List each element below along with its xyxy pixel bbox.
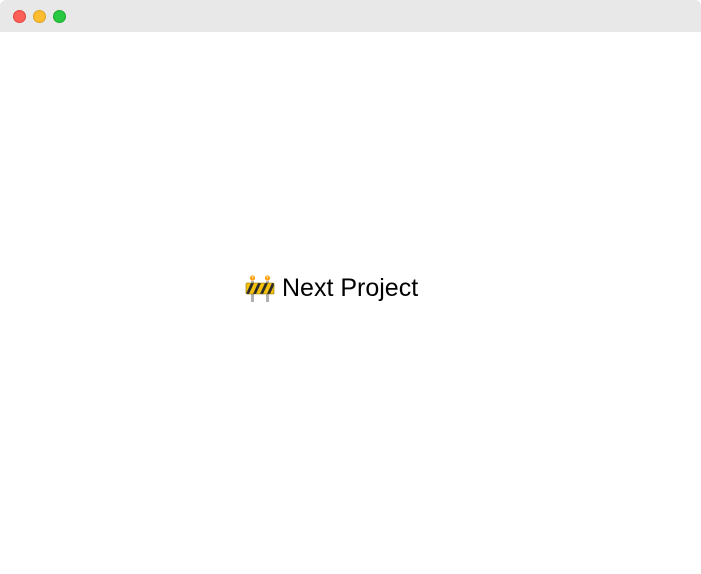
- page-title: Next Project: [282, 274, 419, 302]
- main-content: Next Project: [0, 32, 701, 574]
- maximize-window-button[interactable]: [53, 10, 66, 23]
- close-window-button[interactable]: [13, 10, 26, 23]
- minimize-window-button[interactable]: [33, 10, 46, 23]
- app-window: Next Project: [0, 0, 701, 574]
- construction-barrier-icon: [245, 273, 275, 303]
- page-heading: Next Project: [245, 272, 418, 304]
- window-titlebar[interactable]: [0, 0, 701, 32]
